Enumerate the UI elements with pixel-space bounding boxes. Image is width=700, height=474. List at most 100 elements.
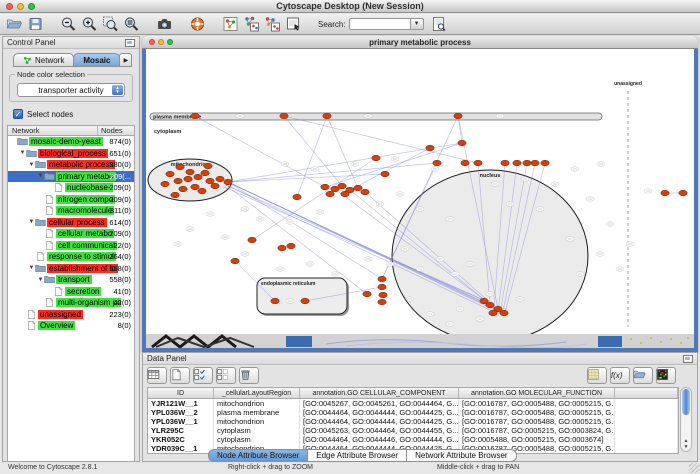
network-node-label[interactable] [396,192,404,196]
tree-column-network[interactable]: Network [8,126,98,135]
network-node[interactable] [201,170,209,176]
column-header[interactable]: ID [148,388,214,398]
zoom-out-icon[interactable] [60,16,77,32]
network-node-label[interactable] [586,197,594,201]
open-folder-icon[interactable] [6,16,23,32]
network-node-label[interactable] [571,167,579,171]
minimize-view-button[interactable] [158,39,164,45]
network-node[interactable] [179,186,187,192]
network-node-label[interactable] [241,252,249,256]
network-node[interactable] [174,178,182,184]
attribute-matrix-button[interactable] [587,367,607,384]
network-node[interactable] [186,169,194,175]
network-node[interactable] [338,183,346,189]
network-node-label[interactable] [281,162,289,166]
network-node[interactable] [474,160,482,166]
network-canvas[interactable]: plasma membranecytoplasmmitochondrionnuc… [146,49,694,334]
network-node-label[interactable] [431,167,439,171]
network-node[interactable] [287,243,295,249]
table-row[interactable]: YPL036W__2plasma membrane[GO:0044464, GO… [148,408,678,417]
zoom-region-icon[interactable] [102,16,119,32]
network-node[interactable] [372,155,380,161]
tree-item[interactable]: ▼biological_process651(0) [8,148,134,160]
network-node-label[interactable] [351,162,359,166]
attribute-table-icon[interactable] [147,368,164,384]
select-attributes-icon[interactable] [193,368,210,384]
network-node-label[interactable] [256,217,264,221]
tree-item[interactable]: ▼primary metabo209(... [8,171,134,183]
network-node[interactable] [461,160,469,166]
network-node[interactable] [489,310,497,316]
tree-item[interactable]: ▼transport558(0) [8,274,134,286]
column-header[interactable]: annotation.GO CELLULAR_COMPONENT [300,388,459,398]
search-input[interactable] [349,18,411,30]
tab-edge-attribute-browser[interactable]: Edge Attribute Browser [307,449,407,462]
tree-item[interactable]: cell communicat22(0) [8,240,134,252]
network-node-label[interactable] [551,182,559,186]
network-node[interactable] [378,276,386,282]
network-node-label[interactable] [446,217,454,221]
network-node-label[interactable] [436,257,444,261]
table-vertical-scrollbar[interactable]: ▲▼ [680,387,692,452]
scrollbar-thumb[interactable] [682,389,690,415]
network-node[interactable] [363,291,371,297]
expand-arrow-icon[interactable]: ▼ [37,277,44,283]
expand-arrow-icon[interactable]: ▼ [28,219,35,225]
help-lifebuoy-icon[interactable] [189,16,206,32]
formula-builder-icon[interactable]: f(x) [610,368,627,384]
tree-item[interactable]: response to stimul264(0) [8,251,134,263]
search-dropdown-arrow-icon[interactable]: ▼ [411,18,424,30]
network-node-label[interactable] [616,267,624,271]
network-node[interactable] [166,171,174,177]
expand-arrow-icon[interactable]: ▼ [28,162,35,168]
network-node-label[interactable] [426,312,434,316]
save-icon[interactable] [27,16,44,32]
tree-item[interactable]: ▼cellular process614(0) [8,217,134,229]
network-node-label[interactable] [236,114,244,118]
network-node-label[interactable] [521,177,529,181]
network-node-label[interactable] [566,237,574,241]
camera-snapshot-icon[interactable] [156,16,173,32]
expand-arrow-icon[interactable]: ▼ [37,173,44,179]
network-node[interactable] [321,184,329,190]
network-node-label[interactable] [416,267,424,271]
network-node-label[interactable] [644,189,652,193]
delete-attribute-icon[interactable] [239,368,256,384]
network-node[interactable] [458,140,466,146]
tab-overflow-button[interactable]: ▶ [119,53,132,67]
network-node-label[interactable] [491,182,499,186]
attribute-matrix-icon[interactable] [587,368,604,384]
zoom-view-button[interactable] [167,39,173,45]
network-node-label[interactable] [174,242,182,246]
network-node-label[interactable] [476,317,484,321]
network-node-label[interactable] [606,222,614,226]
scrollbar-arrows-icon[interactable]: ▲▼ [681,438,691,450]
network-node[interactable] [323,113,331,119]
network-node[interactable] [531,160,539,166]
tree-item[interactable]: ▼establishment of lo558(0) [8,263,134,275]
tree-item[interactable]: secretion41(0) [8,286,134,298]
network-node[interactable] [206,178,214,184]
network-node[interactable] [341,191,349,197]
network-node-label[interactable] [401,247,409,251]
window-titlebar[interactable]: Cytoscape Desktop (New Session) [0,0,700,13]
network-node[interactable] [433,160,441,166]
tree-item[interactable]: macromolecule311(0) [8,205,134,217]
formula-builder-button[interactable]: f(x) [610,367,630,384]
table-row[interactable]: YLR295Ccytoplasm[GO:0045263, GO:0044464,… [148,426,678,435]
network-node-label[interactable] [536,207,544,211]
float-panel-icon[interactable] [125,39,135,47]
network-node[interactable] [661,190,669,196]
network-node-label[interactable] [576,272,584,276]
expand-arrow-icon[interactable]: ▼ [19,150,26,156]
network-node[interactable] [501,160,509,166]
new-attribute-button[interactable] [170,367,190,384]
network-node-label[interactable] [466,262,474,266]
tree-item[interactable]: nucleobase-209(0) [8,182,134,194]
table-row[interactable]: YJR121W__1mitochondrion[GO:0045267, GO:0… [148,399,678,408]
network-node[interactable] [381,171,389,177]
network-node-label[interactable] [626,242,634,246]
network-merge-1-icon[interactable] [243,16,260,32]
heatmap-button[interactable] [656,367,676,384]
expand-arrow-icon[interactable]: ▼ [28,265,35,271]
